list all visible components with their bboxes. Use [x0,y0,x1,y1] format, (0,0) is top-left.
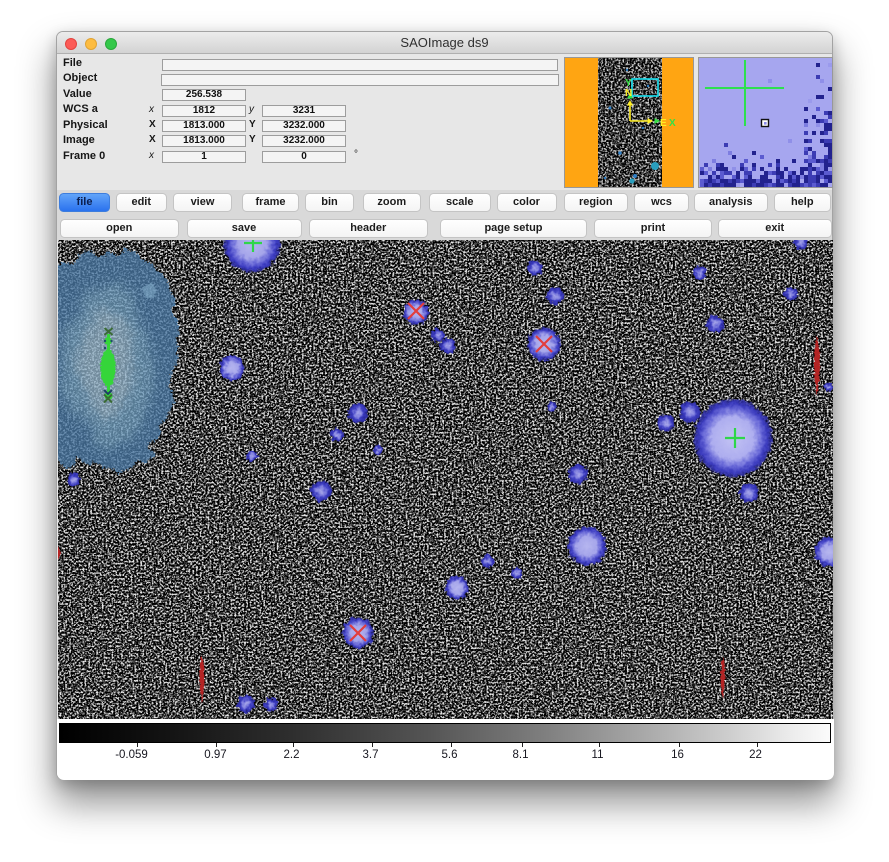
svg-text:X: X [669,118,676,129]
svg-text:N: N [625,88,632,99]
svg-text:E: E [660,118,667,129]
